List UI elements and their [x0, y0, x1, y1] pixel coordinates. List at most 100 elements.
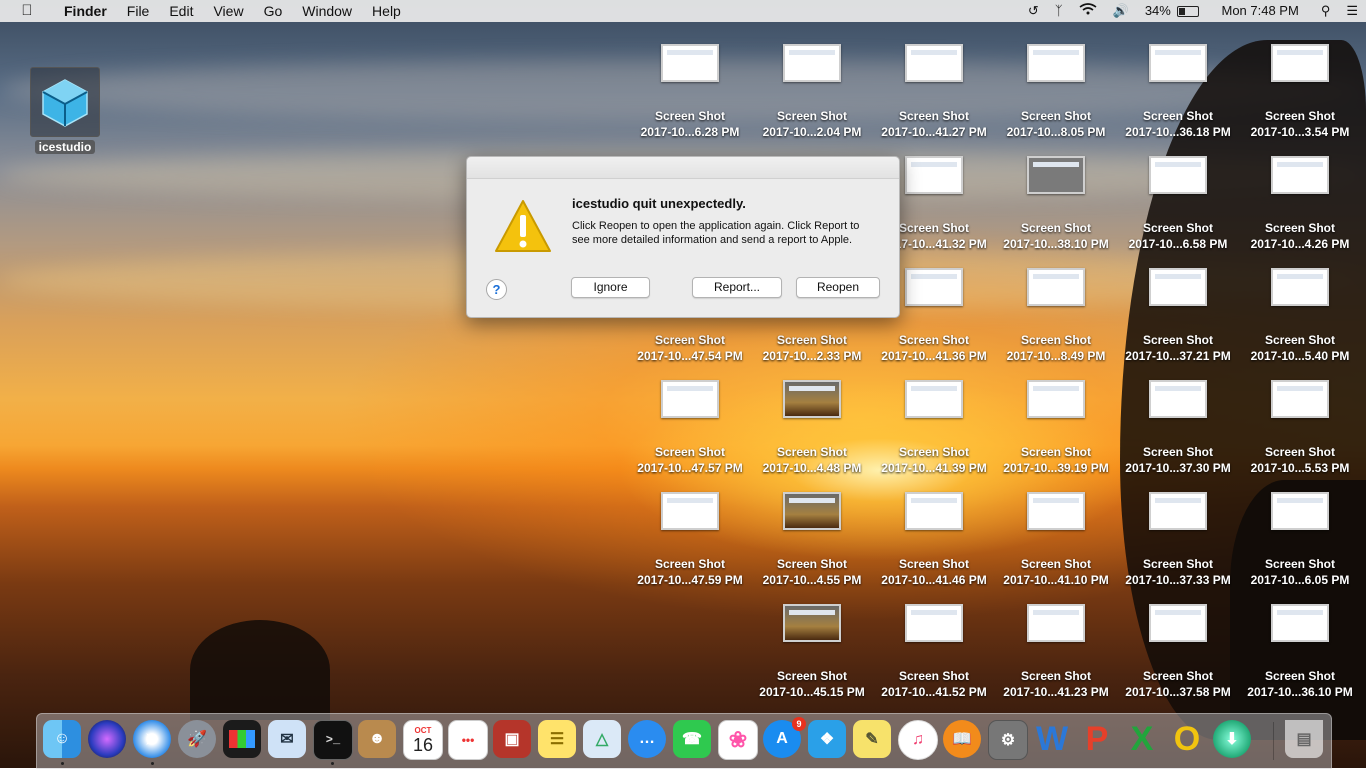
- thumbnail-content: [911, 386, 957, 391]
- desktop-file-screenshot[interactable]: Screen Shot 2017-10...8.05 PM: [994, 40, 1118, 140]
- spotlight-search-icon[interactable]: ⚲: [1313, 0, 1339, 22]
- desktop-icon-icestudio[interactable]: icestudio: [30, 67, 100, 156]
- menu-go[interactable]: Go: [254, 0, 293, 22]
- bluetooth-icon[interactable]: ᛉ: [1047, 0, 1071, 22]
- desktop-file-screenshot[interactable]: Screen Shot 2017-10...4.48 PM: [750, 376, 874, 476]
- file-label: Screen Shot 2017-10...37.30 PM: [1116, 444, 1240, 476]
- notification-center-icon[interactable]: ☰: [1338, 0, 1366, 22]
- file-label: Screen Shot 2017-10...8.05 PM: [994, 108, 1118, 140]
- running-indicator: [151, 762, 154, 765]
- itunes-icon[interactable]: ♫: [898, 720, 938, 760]
- wifi-icon[interactable]: [1071, 0, 1105, 22]
- desktop-file-screenshot[interactable]: Screen Shot 2017-10...8.49 PM: [994, 264, 1118, 364]
- desktop-file-screenshot[interactable]: Screen Shot 2017-10...47.59 PM: [628, 488, 752, 588]
- dialog-titlebar[interactable]: [467, 157, 899, 179]
- desktop-file-screenshot[interactable]: Screen Shot 2017-10...4.26 PM: [1238, 152, 1362, 252]
- desktop-file-screenshot[interactable]: Screen Shot 2017-10...2.04 PM: [750, 40, 874, 140]
- thumbnail-content: [1033, 50, 1079, 55]
- siri-icon[interactable]: [88, 720, 126, 758]
- file-name: 2017-10...41.27 PM: [881, 125, 987, 139]
- photo-booth-icon[interactable]: ▣: [493, 720, 531, 758]
- downloader-icon[interactable]: ⬇: [1213, 720, 1251, 758]
- desktop-file-grid: Screen Shot 2017-10...6.28 PM Screen Shot 2…: [628, 40, 1366, 700]
- activity-monitor-icon[interactable]: [223, 720, 261, 758]
- desktop-file-screenshot[interactable]: Screen Shot 2017-10...41.10 PM: [994, 488, 1118, 588]
- clock[interactable]: Mon 7:48 PM: [1207, 0, 1312, 22]
- outlook-icon[interactable]: O: [1168, 720, 1206, 758]
- desktop-file-screenshot[interactable]: Screen Shot 2017-10...41.39 PM: [872, 376, 996, 476]
- desktop-file-screenshot[interactable]: Screen Shot 2017-10...41.23 PM: [994, 600, 1118, 700]
- menu-app-name[interactable]: Finder: [54, 0, 117, 22]
- file-thumbnail: [905, 44, 963, 82]
- desktop-file-screenshot[interactable]: Screen Shot 2017-10...41.52 PM: [872, 600, 996, 700]
- trash-icon[interactable]: ▤: [1285, 720, 1323, 758]
- system-preferences-icon[interactable]: ⚙: [988, 720, 1028, 760]
- menu-edit[interactable]: Edit: [159, 0, 203, 22]
- file-name: 2017-10...6.28 PM: [640, 125, 740, 139]
- file-label: Screen Shot 2017-10...6.05 PM: [1238, 556, 1362, 588]
- desktop-file-screenshot[interactable]: Screen Shot 2017-10...6.05 PM: [1238, 488, 1362, 588]
- desktop-file-screenshot[interactable]: Screen Shot 2017-10...36.18 PM: [1116, 40, 1240, 140]
- menu-file[interactable]: File: [117, 0, 160, 22]
- stickies-icon[interactable]: ✎: [853, 720, 891, 758]
- volume-icon[interactable]: 🔊: [1105, 0, 1137, 22]
- notes-icon[interactable]: ☰: [538, 720, 576, 758]
- thumbnail-content: [911, 610, 957, 615]
- desktop-file-screenshot[interactable]: Screen Shot 2017-10...37.30 PM: [1116, 376, 1240, 476]
- file-name: 2017-10...39.19 PM: [1003, 461, 1109, 475]
- facetime-icon[interactable]: ☎: [673, 720, 711, 758]
- menu-view[interactable]: View: [203, 0, 253, 22]
- dialog-title: icestudio quit unexpectedly.: [572, 196, 746, 211]
- report-button[interactable]: Report...: [692, 277, 782, 298]
- messages-icon[interactable]: …: [628, 720, 666, 758]
- desktop-file-screenshot[interactable]: Screen Shot 2017-10...37.58 PM: [1116, 600, 1240, 700]
- file-title: Screen Shot: [1142, 221, 1214, 235]
- desktop-file-screenshot[interactable]: Screen Shot 2017-10...47.57 PM: [628, 376, 752, 476]
- apple-menu-icon[interactable]: : [0, 0, 54, 22]
- desktop-icon-label: icestudio: [34, 140, 96, 154]
- file-title: Screen Shot: [776, 557, 848, 571]
- desktop-file-screenshot[interactable]: Screen Shot 2017-10...6.58 PM: [1116, 152, 1240, 252]
- reminders-icon[interactable]: •••: [448, 720, 488, 760]
- desktop-file-screenshot[interactable]: Screen Shot 2017-10...41.46 PM: [872, 488, 996, 588]
- launchpad-icon[interactable]: 🚀: [178, 720, 216, 758]
- time-machine-icon[interactable]: ↺: [1020, 0, 1047, 22]
- battery-status[interactable]: 34%: [1137, 0, 1208, 22]
- photos-icon[interactable]: ❀: [718, 720, 758, 760]
- desktop-file-screenshot[interactable]: Screen Shot 2017-10...4.55 PM: [750, 488, 874, 588]
- desktop-file-screenshot[interactable]: Screen Shot 2017-10...38.10 PM: [994, 152, 1118, 252]
- ignore-button[interactable]: Ignore: [571, 277, 650, 298]
- reopen-button[interactable]: Reopen: [796, 277, 880, 298]
- preview-icon[interactable]: △: [583, 720, 621, 758]
- excel-icon[interactable]: X: [1123, 720, 1161, 758]
- help-button[interactable]: ?: [486, 279, 507, 300]
- word-icon[interactable]: W: [1033, 720, 1071, 758]
- terminal-icon[interactable]: >_: [313, 720, 353, 760]
- file-title: Screen Shot: [776, 445, 848, 459]
- safari-icon[interactable]: ➤: [133, 720, 171, 758]
- desktop-file-screenshot[interactable]: Screen Shot 2017-10...45.15 PM: [750, 600, 874, 700]
- desktop-file-screenshot[interactable]: Screen Shot 2017-10...39.19 PM: [994, 376, 1118, 476]
- desktop-file-screenshot[interactable]: Screen Shot 2017-10...3.54 PM: [1238, 40, 1362, 140]
- calendar-icon[interactable]: OCT 16: [403, 720, 443, 760]
- thumbnail-content: [667, 386, 713, 391]
- desktop-file-screenshot[interactable]: Screen Shot 2017-10...36.10 PM: [1238, 600, 1362, 700]
- desktop-file-screenshot[interactable]: Screen Shot 2017-10...5.40 PM: [1238, 264, 1362, 364]
- file-thumbnail: [1271, 268, 1329, 306]
- file-name: 2017-10...41.46 PM: [881, 573, 987, 587]
- powerpoint-icon[interactable]: P: [1078, 720, 1116, 758]
- ibooks-icon[interactable]: 📖: [943, 720, 981, 758]
- file-title: Screen Shot: [1142, 109, 1214, 123]
- menu-help[interactable]: Help: [362, 0, 411, 22]
- desktop-file-screenshot[interactable]: Screen Shot 2017-10...37.33 PM: [1116, 488, 1240, 588]
- icestudio-icon[interactable]: ❖: [808, 720, 846, 758]
- file-label: Screen Shot 2017-10...36.18 PM: [1116, 108, 1240, 140]
- finder-icon[interactable]: ☺: [43, 720, 81, 758]
- menu-window[interactable]: Window: [292, 0, 362, 22]
- desktop-file-screenshot[interactable]: Screen Shot 2017-10...6.28 PM: [628, 40, 752, 140]
- desktop-file-screenshot[interactable]: Screen Shot 2017-10...37.21 PM: [1116, 264, 1240, 364]
- desktop-file-screenshot[interactable]: Screen Shot 2017-10...41.27 PM: [872, 40, 996, 140]
- mail-icon[interactable]: ✉: [268, 720, 306, 758]
- desktop-file-screenshot[interactable]: Screen Shot 2017-10...5.53 PM: [1238, 376, 1362, 476]
- contacts-icon[interactable]: ☻: [358, 720, 396, 758]
